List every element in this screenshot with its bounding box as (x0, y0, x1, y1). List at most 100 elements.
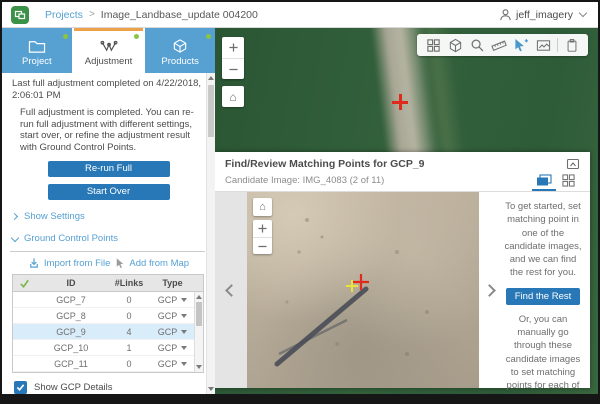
user-menu[interactable]: jeff_imagery (499, 8, 586, 21)
select-point-tool-icon[interactable] (510, 35, 532, 55)
panel-scrollbar[interactable] (206, 73, 215, 394)
map-cursor-icon (114, 257, 125, 269)
app-window: Projects > Image_Landbase_update 004200 … (2, 2, 598, 394)
rerun-full-button[interactable]: Re-run Full (48, 161, 170, 177)
plus-icon (258, 224, 267, 233)
status-dot (134, 34, 139, 39)
drone2map-logo-icon (14, 9, 26, 21)
map-toolbar (417, 34, 588, 56)
drone-adjustment-icon (99, 38, 119, 54)
gcp-type-dropdown[interactable]: GCP (151, 311, 194, 321)
cube-icon (170, 38, 190, 54)
gcp-type-dropdown[interactable]: GCP (151, 327, 194, 337)
top-bar: Projects > Image_Landbase_update 004200 … (2, 2, 598, 28)
plus-icon (229, 43, 238, 52)
start-over-button[interactable]: Start Over (48, 184, 170, 200)
gcp-type-dropdown[interactable]: GCP (151, 295, 194, 305)
page-title: Image_Landbase_update 004200 (101, 9, 258, 21)
measure-icon[interactable] (488, 35, 510, 55)
column-header-links[interactable]: #Links (107, 278, 151, 288)
show-gcp-details-checkbox[interactable] (14, 381, 27, 394)
scrollbar-thumb[interactable] (208, 85, 214, 137)
tab-label: Products (161, 56, 199, 67)
grid-view-toggle[interactable] (556, 171, 580, 191)
add-from-map-link[interactable]: Add from Map (129, 258, 189, 269)
zoom-in-button[interactable] (222, 37, 244, 58)
tab-label: Project (22, 56, 52, 67)
instructions-column: To get started, set matching point in on… (499, 192, 590, 388)
tab-project[interactable]: Project (2, 28, 72, 73)
tab-bar: Project Adjustment Products (2, 28, 215, 73)
chevron-down-icon (11, 234, 19, 242)
tab-adjustment[interactable]: Adjustment (74, 28, 144, 73)
gcp-links: 0 (107, 359, 151, 369)
select-all-check-icon[interactable] (13, 278, 35, 289)
table-row[interactable]: GCP_8 0 GCP (13, 308, 203, 324)
status-dot (206, 34, 211, 39)
image-zoom-control (253, 220, 272, 254)
breadcrumb-projects-link[interactable]: Projects (45, 9, 83, 21)
scroll-down-arrow[interactable] (196, 365, 202, 369)
search-icon[interactable] (466, 35, 488, 55)
home-icon: ⌂ (259, 201, 266, 213)
candidate-image[interactable]: ⌂ (247, 192, 479, 388)
single-image-view-toggle[interactable] (532, 171, 556, 191)
apps-grid-icon[interactable] (422, 35, 444, 55)
view-toggle-group (532, 171, 580, 191)
gcp-section-label: Ground Control Points (24, 233, 118, 244)
chevron-right-icon (483, 284, 496, 297)
column-header-id[interactable]: ID (35, 278, 107, 288)
tab-products[interactable]: Products (145, 28, 215, 73)
gcp-links: 4 (107, 327, 151, 337)
image-zoom-in-button[interactable] (253, 220, 272, 237)
table-row[interactable]: GCP_7 0 GCP (13, 292, 203, 308)
basemap-icon[interactable] (444, 35, 466, 55)
image-zoom-out-button[interactable] (253, 237, 272, 254)
zoom-out-button[interactable] (222, 58, 244, 79)
breadcrumb-separator: > (89, 9, 95, 20)
show-gcp-details-row: Show GCP Details (14, 381, 215, 394)
home-icon: ⌂ (229, 90, 236, 104)
gcp-id: GCP_9 (35, 327, 107, 337)
left-panel: Project Adjustment Products Last full ad… (2, 28, 215, 394)
scrollbar-thumb[interactable] (196, 302, 202, 326)
show-settings-toggle[interactable]: Show Settings (12, 211, 215, 222)
table-row[interactable]: GCP_11 0 GCP (13, 356, 203, 372)
gcp-id: GCP_11 (35, 359, 107, 369)
map-home-button[interactable]: ⌂ (222, 86, 244, 107)
gcp-table-header: ID #Links Type (13, 275, 203, 292)
previous-image-button[interactable] (215, 192, 247, 388)
gcp-type-dropdown[interactable]: GCP (151, 343, 194, 353)
gcp-links: 0 (107, 311, 151, 321)
clipboard-icon[interactable] (561, 35, 583, 55)
gcp-section-toggle[interactable]: Ground Control Points (12, 233, 215, 244)
find-review-panel: Find/Review Matching Points for GCP_9 Ca… (215, 152, 590, 388)
map-area: ⌂ (215, 28, 598, 394)
map-zoom-control (222, 37, 244, 79)
gcp-type-dropdown[interactable]: GCP (151, 359, 194, 369)
gcp-id: GCP_8 (35, 311, 107, 321)
import-from-file-link[interactable]: Import from File (44, 258, 111, 269)
chevron-left-icon (225, 284, 238, 297)
table-scrollbar[interactable] (194, 292, 203, 372)
open-in-window-icon[interactable] (566, 158, 580, 170)
show-gcp-details-label: Show GCP Details (34, 382, 113, 393)
candidate-image-overlay (247, 192, 479, 382)
toolbar-divider (557, 38, 558, 52)
table-row[interactable]: GCP_10 1 GCP (13, 340, 203, 356)
tab-label: Adjustment (85, 56, 133, 67)
next-image-button[interactable] (479, 192, 499, 388)
divider (10, 251, 205, 252)
find-panel-title: Find/Review Matching Points for GCP_9 (225, 158, 425, 170)
image-home-button[interactable]: ⌂ (253, 198, 272, 216)
image-viewer-icon[interactable] (532, 35, 554, 55)
secondary-shadow (279, 320, 347, 354)
scroll-up-arrow[interactable] (208, 76, 214, 80)
find-the-rest-button[interactable]: Find the Rest (506, 288, 581, 305)
gcp-links: 0 (107, 295, 151, 305)
table-row-selected[interactable]: GCP_9 4 GCP (13, 324, 203, 340)
scroll-down-arrow[interactable] (208, 387, 214, 391)
scroll-up-arrow[interactable] (196, 295, 202, 299)
show-settings-label: Show Settings (24, 211, 85, 222)
column-header-type[interactable]: Type (151, 278, 194, 288)
